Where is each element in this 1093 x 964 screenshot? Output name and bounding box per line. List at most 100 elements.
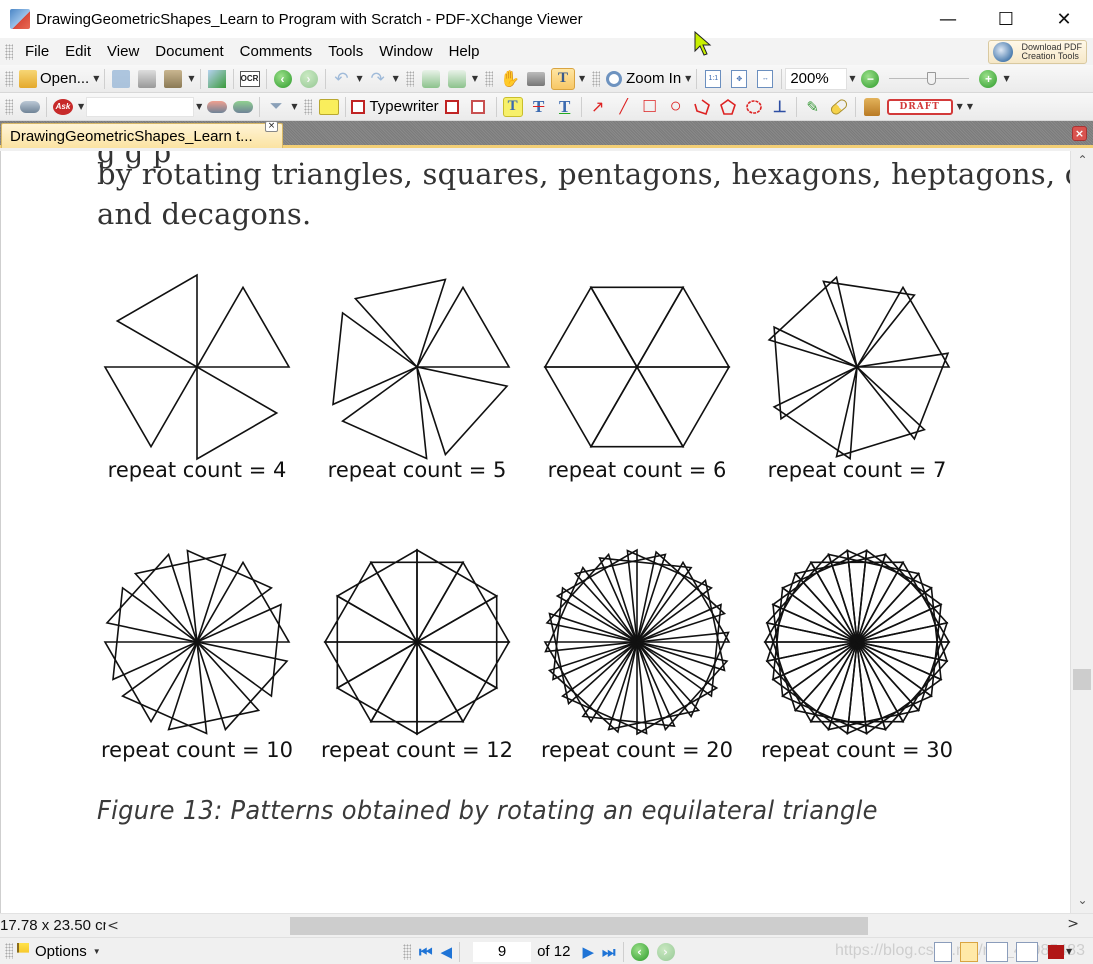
rotate-dropdown-arrow[interactable]: ▼ <box>472 74 478 83</box>
search-dropdown-arrow[interactable]: ▼ <box>196 102 202 111</box>
polyline-tool-button[interactable] <box>691 97 713 117</box>
redo-dropdown-arrow[interactable]: ▼ <box>393 74 399 83</box>
previous-page-button[interactable]: ◀ <box>441 943 453 961</box>
sticky-note-button[interactable] <box>318 96 340 118</box>
pin-tool-button[interactable]: ⊥ <box>769 97 791 117</box>
polygon-tool-button[interactable] <box>717 97 739 117</box>
toolbar-grip[interactable] <box>405 70 414 87</box>
toolbar-grip[interactable] <box>304 98 313 115</box>
organize-button[interactable] <box>162 68 184 90</box>
menu-edit[interactable]: Edit <box>57 43 99 60</box>
status-overflow-arrow[interactable]: ▼ <box>1066 947 1072 956</box>
toolbar-grip[interactable] <box>5 98 13 115</box>
select-dropdown-arrow[interactable]: ▼ <box>579 74 585 83</box>
continuous-view-button[interactable] <box>960 941 978 962</box>
scroll-up-arrow[interactable]: ⌃ <box>1071 153 1093 171</box>
zoom-level-dropdown-arrow[interactable]: ▼ <box>849 74 855 83</box>
text-box-button[interactable] <box>443 96 465 118</box>
find-next-button[interactable] <box>232 96 254 118</box>
minimize-button[interactable]: — <box>919 0 977 38</box>
print-button[interactable] <box>136 68 158 90</box>
toolbar-overflow-arrow[interactable]: ▼ <box>1003 74 1009 83</box>
select-text-button[interactable]: T <box>550 67 575 90</box>
options-button[interactable]: Options ▼ <box>17 943 103 960</box>
scroll-down-arrow[interactable]: ⌄ <box>1071 893 1093 911</box>
zoom-in-button[interactable]: + <box>977 68 999 90</box>
redo-button[interactable]: ↷ <box>367 68 389 90</box>
callout-button[interactable] <box>469 96 491 118</box>
stamp-dropdown-arrow[interactable]: ▼ <box>957 102 963 111</box>
stamp-tool-button[interactable] <box>861 97 883 117</box>
document-page[interactable]: g g p by rotating triangles, squares, pe… <box>0 151 1070 913</box>
organize-dropdown-arrow[interactable]: ▼ <box>188 74 194 83</box>
next-page-button[interactable]: ▶ <box>582 943 594 961</box>
continuous-facing-view-button[interactable] <box>1016 941 1038 962</box>
ask-dropdown-arrow[interactable]: ▼ <box>78 102 84 111</box>
menu-comments[interactable]: Comments <box>232 43 321 60</box>
underline-text-button[interactable]: T <box>554 96 576 118</box>
menu-tools[interactable]: Tools <box>320 43 371 60</box>
cloud-tool-button[interactable] <box>743 97 765 117</box>
toolbar-grip[interactable] <box>592 70 601 87</box>
pencil-tool-button[interactable]: ✎ <box>802 97 824 117</box>
ocr-button[interactable]: OCR <box>239 68 261 90</box>
ask-search-button[interactable]: Ask <box>52 96 74 118</box>
arrow-tool-button[interactable]: ↗ <box>587 97 609 117</box>
last-page-button[interactable]: ⏭ <box>602 943 616 961</box>
toolbar-grip[interactable] <box>484 70 493 87</box>
eraser-tool-button[interactable] <box>828 96 850 117</box>
open-button[interactable]: Open... <box>19 68 89 90</box>
ellipse-tool-button[interactable]: ○ <box>665 95 687 117</box>
undo-dropdown-arrow[interactable]: ▼ <box>357 74 363 83</box>
vertical-scroll-thumb[interactable] <box>1073 668 1091 690</box>
filter-dropdown-arrow[interactable]: ▼ <box>291 102 297 111</box>
actual-size-button[interactable]: 1:1 <box>702 68 724 90</box>
search-input[interactable] <box>86 96 195 117</box>
scroll-right-arrow[interactable]: > <box>1067 916 1079 932</box>
zoom-slider[interactable] <box>889 68 970 90</box>
horizontal-scroll-thumb[interactable] <box>290 917 868 935</box>
strikeout-text-button[interactable]: T <box>528 96 550 118</box>
hand-tool-button[interactable]: ✋ <box>499 68 521 90</box>
toolbar-grip[interactable] <box>5 943 13 959</box>
draft-stamp-selector[interactable]: DRAFT <box>886 96 953 118</box>
zoom-in-tool-button[interactable]: Zoom In <box>606 68 681 90</box>
menu-file[interactable]: File <box>17 43 57 60</box>
menu-help[interactable]: Help <box>441 43 488 60</box>
undo-button[interactable]: ↶ <box>331 68 353 90</box>
facing-view-button[interactable] <box>986 941 1008 962</box>
close-document-button[interactable]: × <box>1072 126 1087 141</box>
maximize-button[interactable]: ☐ <box>977 0 1035 38</box>
rectangle-tool-button[interactable]: □ <box>639 95 661 117</box>
menu-window[interactable]: Window <box>371 43 440 60</box>
back-button[interactable]: ‹ <box>272 68 294 90</box>
next-view-button[interactable]: › <box>656 942 675 961</box>
menu-view[interactable]: View <box>99 43 147 60</box>
toolbar-grip[interactable] <box>5 70 13 87</box>
rotate-left-button[interactable] <box>420 68 442 90</box>
horizontal-scrollbar[interactable] <box>120 917 1063 935</box>
snapshot-button[interactable] <box>525 68 547 90</box>
tab-close-button[interactable]: × <box>265 121 278 132</box>
download-pdf-tools-button[interactable]: Download PDF Creation Tools <box>988 40 1087 64</box>
toolbar-grip[interactable] <box>5 43 13 60</box>
zoom-slider-thumb[interactable] <box>927 71 937 85</box>
vertical-scrollbar[interactable]: ⌃ ⌄ <box>1070 151 1093 913</box>
toolbar-grip[interactable] <box>403 943 411 960</box>
document-tab[interactable]: DrawingGeometricShapes_Learn t... <box>1 123 283 148</box>
zoom-out-button[interactable]: − <box>859 68 881 90</box>
filter-button[interactable]: ⏷ <box>265 96 287 118</box>
find-button[interactable] <box>19 96 41 118</box>
save-button[interactable] <box>110 68 132 90</box>
rotate-right-button[interactable] <box>446 68 468 90</box>
find-previous-button[interactable] <box>206 96 228 118</box>
zoom-tool-dropdown-arrow[interactable]: ▼ <box>685 74 691 83</box>
highlight-text-button[interactable]: T <box>502 96 524 118</box>
scroll-left-arrow[interactable]: < <box>106 918 120 934</box>
forward-button[interactable]: › <box>298 68 320 90</box>
menu-document[interactable]: Document <box>147 43 231 60</box>
download-button[interactable] <box>206 68 228 90</box>
zoom-level-input[interactable]: 200% <box>785 67 848 90</box>
line-tool-button[interactable]: ╱ <box>613 97 635 117</box>
fit-width-button[interactable]: ↔ <box>754 68 776 90</box>
